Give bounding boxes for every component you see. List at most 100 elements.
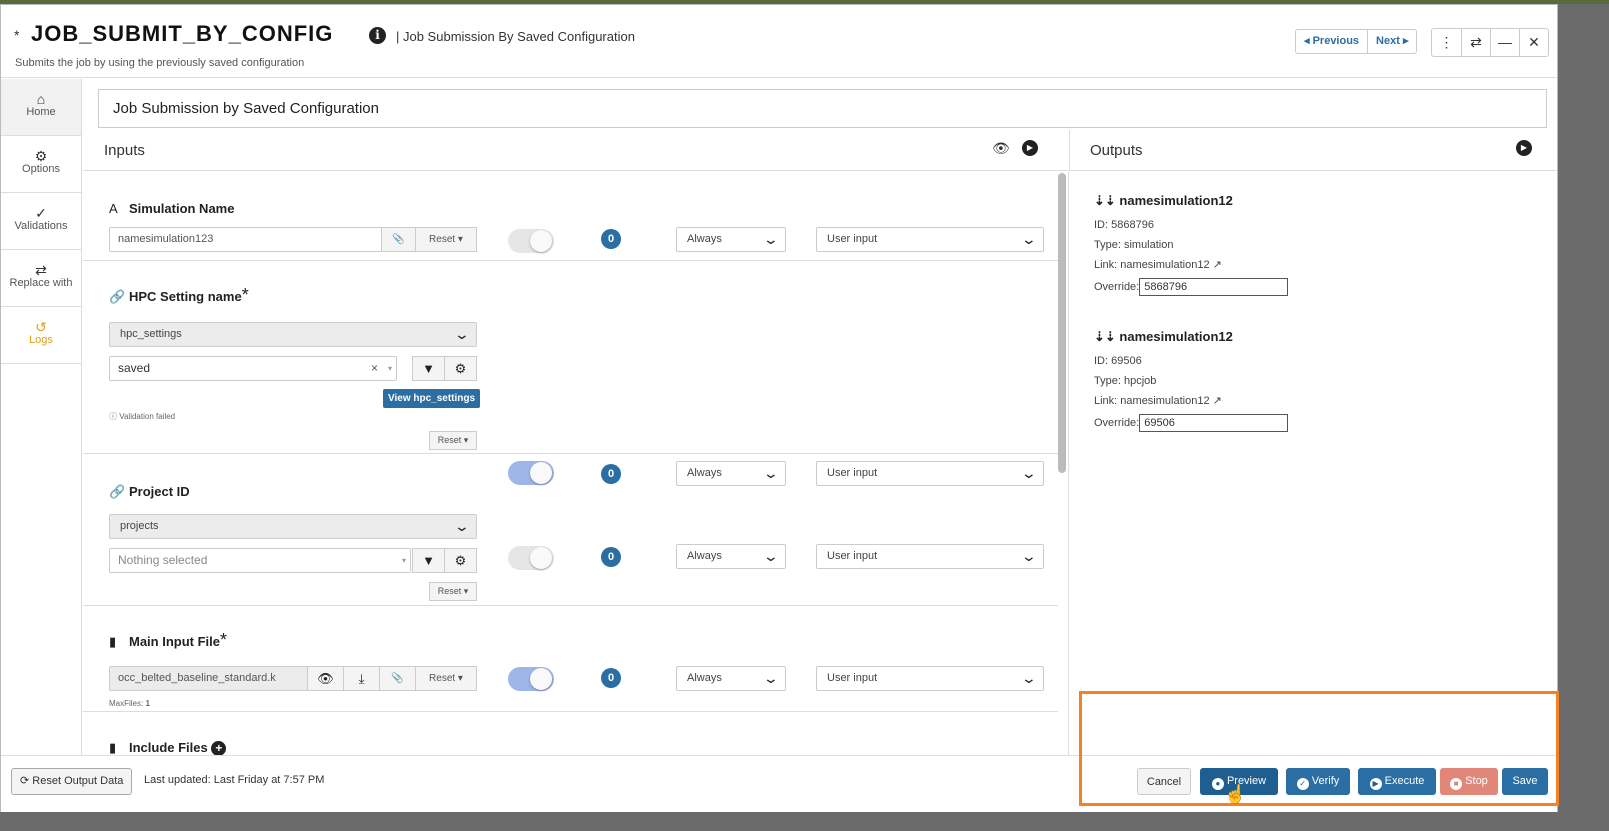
source-select[interactable]: User input ⌄ bbox=[816, 544, 1044, 569]
history-icon: ↺ bbox=[35, 319, 47, 335]
sort-icon: ⇣⇣ bbox=[1094, 193, 1116, 208]
outputs-heading: Outputs bbox=[1090, 142, 1143, 159]
frequency-select[interactable]: Always ⌄ bbox=[676, 544, 786, 569]
projects-select[interactable]: projects ⌄ bbox=[109, 514, 477, 539]
output-item: ⇣⇣ namesimulation12 ID: 69506 Type: hpcj… bbox=[1094, 329, 1289, 434]
main-input-file-field[interactable]: occ_belted_baseline_standard.k bbox=[109, 666, 308, 691]
project-id-input[interactable]: Nothing selected ▾ bbox=[109, 548, 411, 573]
output-type: Type: simulation bbox=[1094, 238, 1174, 251]
sidebar-item-validations[interactable]: ✓ Validations bbox=[1, 193, 81, 250]
input-project-id: 🔗 Project ID projects ⌄ Nothing selected ▾ … bbox=[83, 454, 1058, 606]
alert-icon: ⓘ bbox=[109, 412, 117, 421]
output-link[interactable]: Link: namesimulation12 ↗ bbox=[1094, 394, 1288, 414]
stop-button[interactable]: ■ Stop bbox=[1440, 768, 1498, 795]
link-icon: 🔗 bbox=[109, 289, 126, 304]
view-hpc-settings-button[interactable]: View hpc_settings bbox=[383, 389, 481, 408]
output-name: ⇣⇣ namesimulation12 bbox=[1094, 193, 1233, 208]
hpc-settings-select[interactable]: hpc_settings ⌄ bbox=[109, 322, 477, 347]
enable-toggle[interactable] bbox=[508, 229, 554, 253]
field-label: ▮ Main Input File* bbox=[109, 630, 228, 650]
filter-icon[interactable]: ▼ bbox=[412, 548, 445, 573]
simulation-name-input[interactable]: namesimulation123 bbox=[109, 227, 382, 252]
sidebar-item-replace-with[interactable]: ⇄ Replace with bbox=[1, 250, 81, 307]
caret-icon: ▾ bbox=[387, 364, 392, 373]
gear-icon[interactable]: ⚙ bbox=[444, 356, 477, 381]
text-icon: A bbox=[109, 201, 118, 216]
link-icon: 🔗 bbox=[109, 484, 126, 499]
cancel-button[interactable]: Cancel bbox=[1137, 768, 1191, 795]
last-updated-text: Last updated: Last Friday at 7:57 PM bbox=[144, 774, 325, 786]
count-badge: 0 bbox=[601, 547, 621, 567]
field-label: A Simulation Name bbox=[109, 201, 235, 216]
window-controls: ⋮ ⇄ — ✕ bbox=[1431, 28, 1549, 57]
gear-icon[interactable]: ⚙ bbox=[444, 548, 477, 573]
inputs-scrollbar[interactable] bbox=[1058, 173, 1066, 473]
reset-button[interactable]: Reset ▾ bbox=[415, 227, 477, 252]
sidebar-item-options[interactable]: ⚙ Options bbox=[1, 136, 81, 193]
hand-cursor-icon: ☝ bbox=[1224, 784, 1247, 804]
save-button[interactable]: Save bbox=[1502, 768, 1548, 795]
eye-icon[interactable]: 👁 bbox=[992, 140, 1010, 156]
eye-icon[interactable]: 👁 bbox=[307, 666, 344, 691]
output-item: ⇣⇣ namesimulation12 ID: 5868796 Type: si… bbox=[1094, 193, 1289, 297]
enable-toggle[interactable] bbox=[508, 546, 554, 570]
file-icon: ▮ bbox=[109, 740, 117, 755]
filter-icon[interactable]: ▼ bbox=[412, 356, 445, 381]
more-icon[interactable]: ⋮ bbox=[1432, 29, 1461, 56]
refresh-icon: ⟳ bbox=[20, 775, 30, 787]
stop-icon: ■ bbox=[1450, 778, 1463, 790]
sidebar-item-logs[interactable]: ↺ Logs bbox=[1, 307, 81, 364]
paperclip-icon[interactable]: 📎 bbox=[381, 227, 416, 252]
play-icon[interactable]: ▶ bbox=[1022, 140, 1038, 156]
eye-icon: ● bbox=[1211, 778, 1224, 790]
inputs-heading: Inputs bbox=[104, 142, 145, 159]
pager: ◂ Previous Next ▸ bbox=[1295, 29, 1418, 54]
sidebar-item-label: Validations bbox=[14, 220, 68, 232]
reset-output-button[interactable]: ⟳ Reset Output Data bbox=[11, 768, 133, 795]
sidebar-item-home[interactable]: ⌂ Home bbox=[1, 79, 81, 136]
next-button[interactable]: Next ▸ bbox=[1367, 30, 1416, 53]
panel-divider bbox=[1068, 171, 1069, 755]
minimize-icon[interactable]: — bbox=[1490, 29, 1519, 56]
previous-button[interactable]: ◂ Previous bbox=[1296, 30, 1367, 53]
inputs-header: Inputs 👁 ▶ bbox=[83, 130, 1068, 171]
frequency-select[interactable]: Always ⌄ bbox=[676, 227, 786, 252]
swap-icon[interactable]: ⇄ bbox=[1461, 29, 1490, 56]
execute-button[interactable]: ▶ Execute bbox=[1358, 768, 1436, 795]
hpc-value-input[interactable]: saved × ▾ bbox=[109, 356, 397, 381]
window-header: * JOB_SUBMIT_BY_CONFIG i | Job Submissio… bbox=[1, 5, 1557, 78]
sidebar-item-label: Options bbox=[22, 163, 60, 175]
validation-message: ⓘ Validation failed bbox=[109, 412, 176, 421]
unsaved-indicator: * bbox=[14, 27, 20, 43]
enable-toggle[interactable] bbox=[508, 667, 554, 691]
override-input[interactable]: 69506 bbox=[1139, 413, 1289, 432]
download-icon[interactable]: ⤓ bbox=[343, 666, 380, 691]
add-icon[interactable]: + bbox=[211, 741, 227, 755]
job-title-field[interactable]: Job Submission by Saved Configuration bbox=[98, 89, 1547, 128]
reset-button[interactable]: Reset ▾ bbox=[415, 666, 477, 691]
play-icon[interactable]: ▶ bbox=[1516, 140, 1532, 156]
verify-button[interactable]: ✓ Verify bbox=[1286, 768, 1350, 795]
sidebar-item-label: Replace with bbox=[9, 277, 73, 289]
reset-button[interactable]: Reset ▾ bbox=[429, 431, 477, 450]
page-title: JOB_SUBMIT_BY_CONFIG bbox=[31, 21, 334, 46]
sidebar: ⌂ Home ⚙ Options ✓ Validations ⇄ Replace… bbox=[1, 79, 82, 755]
frequency-select[interactable]: Always ⌄ bbox=[676, 666, 786, 691]
source-select[interactable]: User input ⌄ bbox=[816, 227, 1044, 252]
page-subtitle: | Job Submission By Saved Configuration bbox=[396, 29, 635, 44]
info-icon[interactable]: i bbox=[369, 27, 386, 44]
output-override: Override: 69506 bbox=[1094, 413, 1289, 434]
reset-button[interactable]: Reset ▾ bbox=[429, 582, 477, 601]
output-link[interactable]: Link: namesimulation12 ↗ bbox=[1094, 258, 1288, 278]
sort-icon: ⇣⇣ bbox=[1094, 329, 1116, 344]
override-input[interactable]: 5868796 bbox=[1139, 277, 1289, 296]
source-select[interactable]: User input ⌄ bbox=[816, 666, 1044, 691]
job-window: * JOB_SUBMIT_BY_CONFIG i | Job Submissio… bbox=[0, 4, 1558, 812]
check-icon: ✓ bbox=[35, 205, 47, 221]
max-files-note: MaxFiles: 1 bbox=[109, 699, 150, 708]
input-hpc-setting: 🔗 HPC Setting name* hpc_settings ⌄ saved × ▾… bbox=[83, 261, 1058, 486]
close-icon[interactable]: ✕ bbox=[1519, 29, 1548, 56]
field-label: 🔗 HPC Setting name* bbox=[109, 285, 249, 305]
paperclip-icon[interactable]: 📎 bbox=[379, 666, 416, 691]
input-include-files: ▮ Include Files + bbox=[83, 712, 1058, 755]
